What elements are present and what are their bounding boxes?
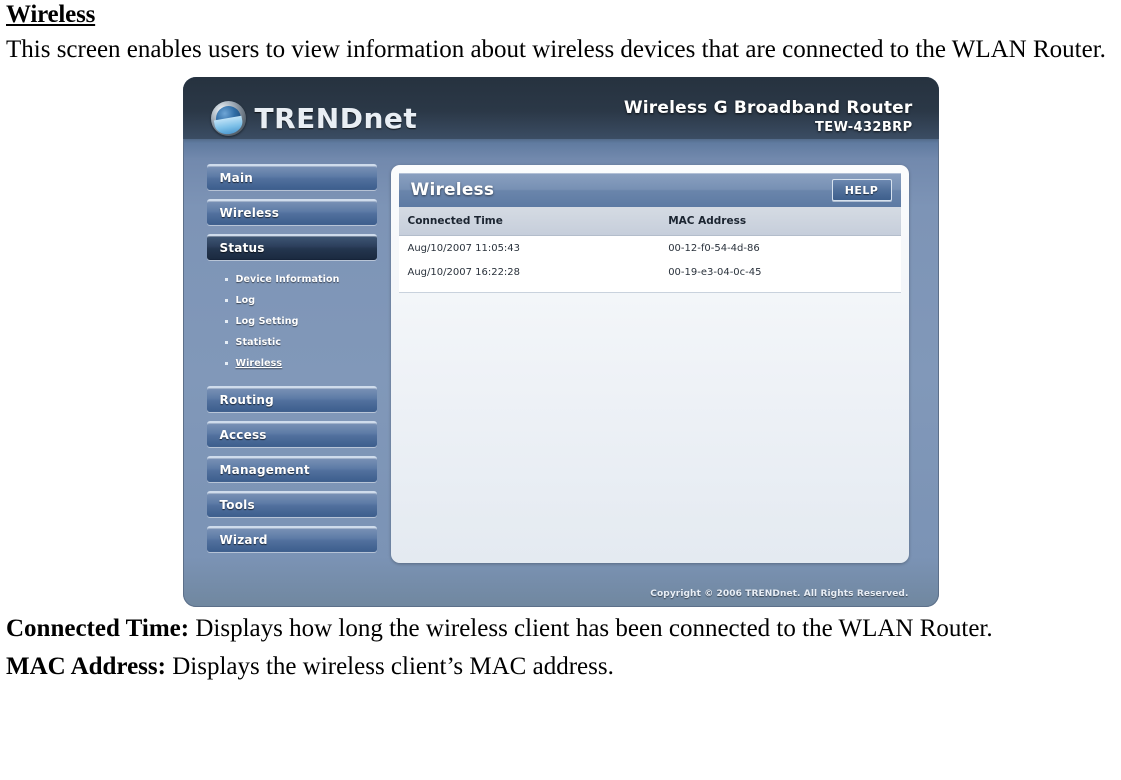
definition-term: MAC Address:	[6, 652, 166, 680]
bullet-icon	[224, 362, 228, 365]
sidebar-item-status[interactable]: Status	[206, 234, 377, 260]
product-name: Wireless G Broadband Router	[623, 98, 913, 118]
sidebar-item-label: Wireless	[219, 205, 280, 220]
page-title: Wireless	[6, 1, 96, 28]
bullet-icon	[224, 299, 228, 302]
submenu-item-log[interactable]: Log	[207, 290, 377, 311]
submenu-item-label: Log Setting	[235, 316, 299, 327]
sidebar-item-wizard[interactable]: Wizard	[206, 526, 377, 552]
table-row: Aug/10/2007 16:22:28 00-19-e3-04-0c-45	[398, 260, 901, 284]
router-web-ui: TRENDneT Wireless G Broadband Router TEW…	[182, 77, 939, 607]
definition-description: Displays the wireless client’s MAC addre…	[165, 652, 614, 680]
sidebar-item-management[interactable]: Management	[206, 456, 377, 482]
product-model: TEW-432BRP	[815, 119, 913, 135]
wireless-clients-table: Connected Time MAC Address Aug/10/2007 1…	[398, 207, 901, 284]
submenu-item-wireless[interactable]: Wireless	[207, 353, 377, 374]
sidebar-nav: Main Wireless Status Device Information	[206, 164, 377, 561]
definition-connected-time: Connected Time: Displays how long the wi…	[4, 613, 1117, 645]
bullet-icon	[224, 320, 228, 323]
sidebar-item-main[interactable]: Main	[206, 164, 377, 190]
sidebar-item-label: Management	[219, 462, 310, 477]
intro-paragraph: This screen enables users to view inform…	[6, 36, 1106, 64]
copyright-text: Copyright © 2006 TRENDnet. All Rights Re…	[650, 589, 909, 599]
panel-title: Wireless	[410, 180, 495, 200]
document-body: Wireless This screen enables users to vi…	[0, 0, 1121, 683]
definition-mac-address: MAC Address: Displays the wireless clien…	[4, 651, 1117, 683]
cell-connected-time: Aug/10/2007 11:05:43	[398, 235, 660, 260]
sidebar-item-tools[interactable]: Tools	[206, 491, 377, 517]
sidebar-item-label: Routing	[219, 392, 274, 407]
table-bottom-spacer	[398, 284, 901, 293]
submenu-item-label: Statistic	[235, 337, 282, 348]
sidebar-item-label: Tools	[219, 497, 255, 512]
column-header-mac-address: MAC Address	[659, 207, 901, 236]
table-body: Aug/10/2007 11:05:43 00-12-f0-54-4d-86 A…	[398, 235, 901, 284]
bullet-icon	[224, 341, 228, 344]
sidebar-item-routing[interactable]: Routing	[206, 386, 377, 412]
sidebar-item-access[interactable]: Access	[206, 421, 377, 447]
submenu-item-label: Device Information	[235, 274, 340, 285]
product-identity: Wireless G Broadband Router TEW-432BRP	[624, 99, 913, 135]
content-panel: Wireless HELP Connected Time MAC Address	[390, 165, 909, 563]
submenu-item-device-information[interactable]: Device Information	[207, 269, 377, 290]
table-header-row: Connected Time MAC Address	[398, 207, 901, 236]
table-head: Connected Time MAC Address	[398, 207, 901, 236]
panel-header: Wireless HELP	[398, 173, 901, 207]
sidebar-item-wireless[interactable]: Wireless	[206, 199, 377, 225]
cell-connected-time: Aug/10/2007 16:22:28	[398, 260, 660, 284]
submenu-item-statistic[interactable]: Statistic	[207, 332, 377, 353]
definition-description: Displays how long the wireless client ha…	[189, 615, 993, 642]
cell-mac-address: 00-19-e3-04-0c-45	[659, 260, 901, 284]
brand-name: TRENDneT	[254, 101, 418, 135]
table-row: Aug/10/2007 11:05:43 00-12-f0-54-4d-86	[398, 235, 901, 260]
sidebar-item-label: Wizard	[219, 532, 268, 547]
sidebar-item-label: Main	[219, 170, 253, 185]
brand-logo: TRENDneT	[210, 101, 418, 136]
help-button-label: HELP	[844, 183, 879, 197]
submenu-item-log-setting[interactable]: Log Setting	[207, 311, 377, 332]
submenu-item-label: Wireless	[235, 358, 283, 369]
router-screenshot-figure: TRENDneT Wireless G Broadband Router TEW…	[4, 77, 1117, 607]
column-header-connected-time: Connected Time	[398, 207, 660, 236]
bullet-icon	[224, 278, 228, 281]
sidebar-item-label: Access	[219, 427, 267, 442]
trendnet-globe-icon	[210, 101, 246, 136]
definition-term: Connected Time:	[6, 615, 190, 642]
status-submenu: Device Information Log Log Setting Stati…	[207, 269, 377, 374]
brand-name-upper: TRENDn	[254, 101, 384, 135]
sidebar-item-label: Status	[219, 240, 265, 255]
router-ui-footer: Copyright © 2006 TRENDnet. All Rights Re…	[183, 581, 939, 607]
brand-name-lower: eT	[383, 101, 418, 135]
help-button[interactable]: HELP	[831, 179, 892, 201]
submenu-item-label: Log	[235, 295, 256, 306]
cell-mac-address: 00-12-f0-54-4d-86	[659, 235, 901, 260]
